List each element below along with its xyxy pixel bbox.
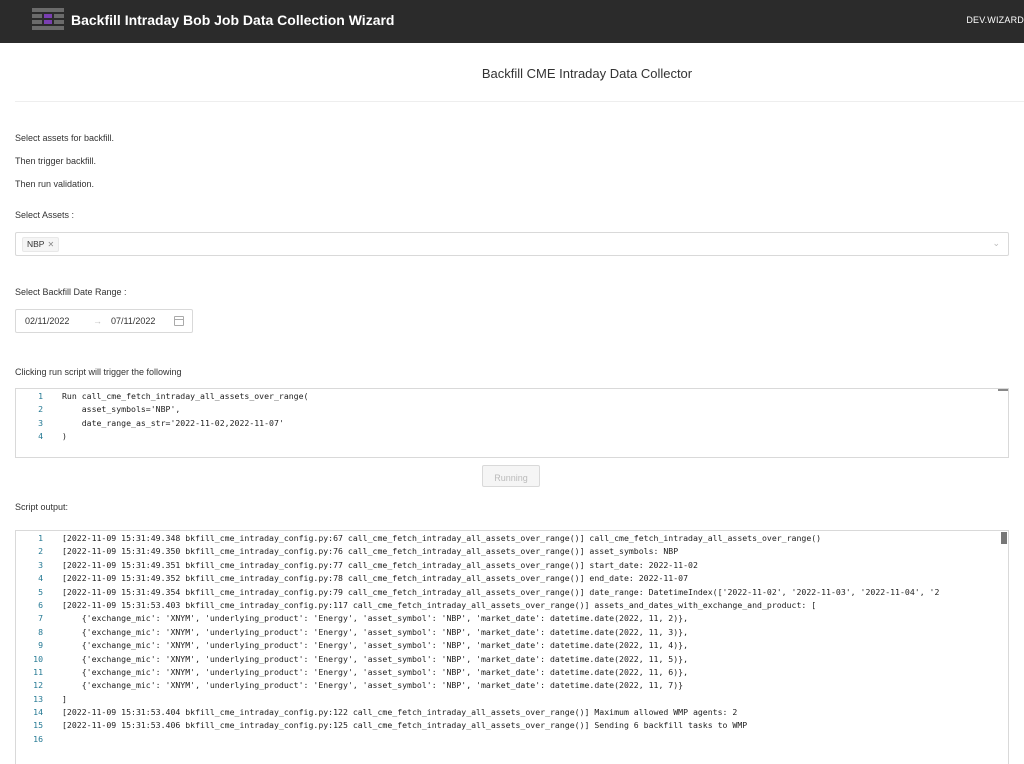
line-number: 1 xyxy=(38,533,43,543)
close-icon[interactable]: ✕ xyxy=(47,240,54,249)
output-line: 1 [2022-11-09 15:31:49.348 bkfill_cme_int… xyxy=(16,532,1008,545)
preview-line: 3 date_range_as_str='2022-11-02,2022-11-… xyxy=(16,417,1008,430)
arrow-right-icon: → xyxy=(93,316,102,326)
line-number: 11 xyxy=(33,666,43,677)
code-text: [2022-11-09 15:31:53.404 bkfill_cme_intr… xyxy=(62,707,738,718)
line-number: 16 xyxy=(33,733,43,744)
title-divider xyxy=(15,101,1024,102)
code-text: [2022-11-09 15:31:49.350 bkfill_cme_intr… xyxy=(62,546,679,557)
code-text: {'exchange_mic': 'XNYM', 'underlying_pro… xyxy=(62,680,684,691)
chevron-down-icon[interactable]: ⌄ xyxy=(992,238,1000,249)
code-text: ] xyxy=(62,693,67,704)
output-line: 5 [2022-11-09 15:31:49.354 bkfill_cme_int… xyxy=(16,586,1008,599)
preview-line: 4) xyxy=(16,430,1008,443)
output-line: 3 [2022-11-09 15:31:49.351 bkfill_cme_int… xyxy=(16,559,1008,572)
asset-tag-label: NBP xyxy=(27,239,45,249)
code-text: [2022-11-09 15:31:49.348 bkfill_cme_intr… xyxy=(62,533,822,543)
line-number: 10 xyxy=(33,653,43,664)
output-line: 11 {'exchange_mic': 'XNYM', 'underlying_… xyxy=(16,666,1008,679)
output-line: 14 [2022-11-09 15:31:53.404 bkfill_cme_in… xyxy=(16,706,1008,719)
code-text: Run call_cme_fetch_intraday_all_assets_o… xyxy=(62,391,309,401)
instruction-1: Select assets for backfill. xyxy=(15,133,115,143)
instruction-2: Then trigger backfill. xyxy=(15,156,97,166)
preview-line: 2 asset_symbols='NBP', xyxy=(16,403,1008,416)
output-line: 15 [2022-11-09 15:31:53.406 bkfill_cme_in… xyxy=(16,719,1008,732)
assets-label: Select Assets : xyxy=(15,210,75,220)
code-text: [2022-11-09 15:31:53.403 bkfill_cme_intr… xyxy=(62,599,817,610)
run-script-button[interactable]: Running xyxy=(482,465,540,487)
line-number: 5 xyxy=(38,586,43,597)
app-logo-icon xyxy=(32,8,64,32)
line-number: 6 xyxy=(38,599,43,610)
code-text: ) xyxy=(62,431,67,442)
code-text: [2022-11-09 15:31:49.352 bkfill_cme_intr… xyxy=(62,573,689,584)
line-number: 7 xyxy=(38,613,43,624)
line-number: 2 xyxy=(38,546,43,557)
script-intro: Clicking run script will trigger the fol… xyxy=(15,367,182,377)
main-content: Backfill CME Intraday Data Collector Sel… xyxy=(0,43,1024,764)
preview-line: 1 Run call_cme_fetch_intraday_all_assets_… xyxy=(16,390,1008,403)
output-line: 16 xyxy=(16,733,1008,746)
line-number: 9 xyxy=(38,640,43,651)
output-line: 10 {'exchange_mic': 'XNYM', 'underlying_… xyxy=(16,653,1008,666)
output-line: 6 [2022-11-09 15:31:53.403 bkfill_cme_int… xyxy=(16,599,1008,612)
script-preview-editor[interactable]: 1 Run call_cme_fetch_intraday_all_assets_… xyxy=(15,388,1009,458)
date-end-input[interactable]: 07/11/2022 xyxy=(111,316,155,326)
page-title: Backfill CME Intraday Data Collector xyxy=(481,66,693,81)
line-number: 13 xyxy=(33,693,43,704)
script-output-editor[interactable]: 1 [2022-11-09 15:31:49.348 bkfill_cme_int… xyxy=(15,530,1009,764)
line-number: 3 xyxy=(38,559,43,570)
env-label[interactable]: DEV.WIZARD xyxy=(966,15,1024,25)
code-text: [2022-11-09 15:31:49.351 bkfill_cme_intr… xyxy=(62,559,698,570)
app-header: Backfill Intraday Bob Job Data Collectio… xyxy=(0,0,1024,44)
date-start-input[interactable]: 02/11/2022 xyxy=(25,316,69,326)
code-text: {'exchange_mic': 'XNYM', 'underlying_pro… xyxy=(62,653,689,664)
code-text: asset_symbols='NBP', xyxy=(62,404,181,415)
code-text: [2022-11-09 15:31:53.406 bkfill_cme_intr… xyxy=(62,720,748,731)
line-number: 3 xyxy=(38,417,43,428)
asset-tag[interactable]: NBP ✕ xyxy=(22,237,60,252)
code-text: date_range_as_str='2022-11-02,2022-11-07… xyxy=(62,417,284,428)
output-label: Script output: xyxy=(15,502,69,512)
line-number: 2 xyxy=(38,404,43,415)
line-number: 12 xyxy=(33,680,43,691)
line-number: 4 xyxy=(38,573,43,584)
calendar-icon[interactable] xyxy=(174,316,184,326)
date-range-picker[interactable]: 02/11/2022 → 07/11/2022 xyxy=(15,309,193,333)
line-number: 8 xyxy=(38,626,43,637)
output-line: 8 {'exchange_mic': 'XNYM', 'underlying_p… xyxy=(16,626,1008,639)
output-line: 2 [2022-11-09 15:31:49.350 bkfill_cme_int… xyxy=(16,545,1008,558)
instruction-3: Then run validation. xyxy=(15,179,95,189)
date-range-label: Select Backfill Date Range : xyxy=(15,287,127,297)
output-line: 7 {'exchange_mic': 'XNYM', 'underlying_p… xyxy=(16,612,1008,625)
line-number: 4 xyxy=(38,431,43,442)
assets-select[interactable]: NBP ✕ ⌄ xyxy=(15,232,1009,256)
code-text: {'exchange_mic': 'XNYM', 'underlying_pro… xyxy=(62,666,689,677)
output-line: 9 {'exchange_mic': 'XNYM', 'underlying_p… xyxy=(16,639,1008,652)
app-title: Backfill Intraday Bob Job Data Collectio… xyxy=(71,12,395,28)
code-text: {'exchange_mic': 'XNYM', 'underlying_pro… xyxy=(62,626,689,637)
line-number: 15 xyxy=(33,720,43,731)
code-text: {'exchange_mic': 'XNYM', 'underlying_pro… xyxy=(62,613,689,624)
line-number: 14 xyxy=(33,707,43,718)
output-line: 13] xyxy=(16,693,1008,706)
output-line: 4 [2022-11-09 15:31:49.352 bkfill_cme_int… xyxy=(16,572,1008,585)
output-line: 12 {'exchange_mic': 'XNYM', 'underlying_… xyxy=(16,679,1008,692)
line-number: 1 xyxy=(38,391,43,401)
code-text: {'exchange_mic': 'XNYM', 'underlying_pro… xyxy=(62,640,689,651)
code-text: [2022-11-09 15:31:49.354 bkfill_cme_intr… xyxy=(62,586,940,597)
